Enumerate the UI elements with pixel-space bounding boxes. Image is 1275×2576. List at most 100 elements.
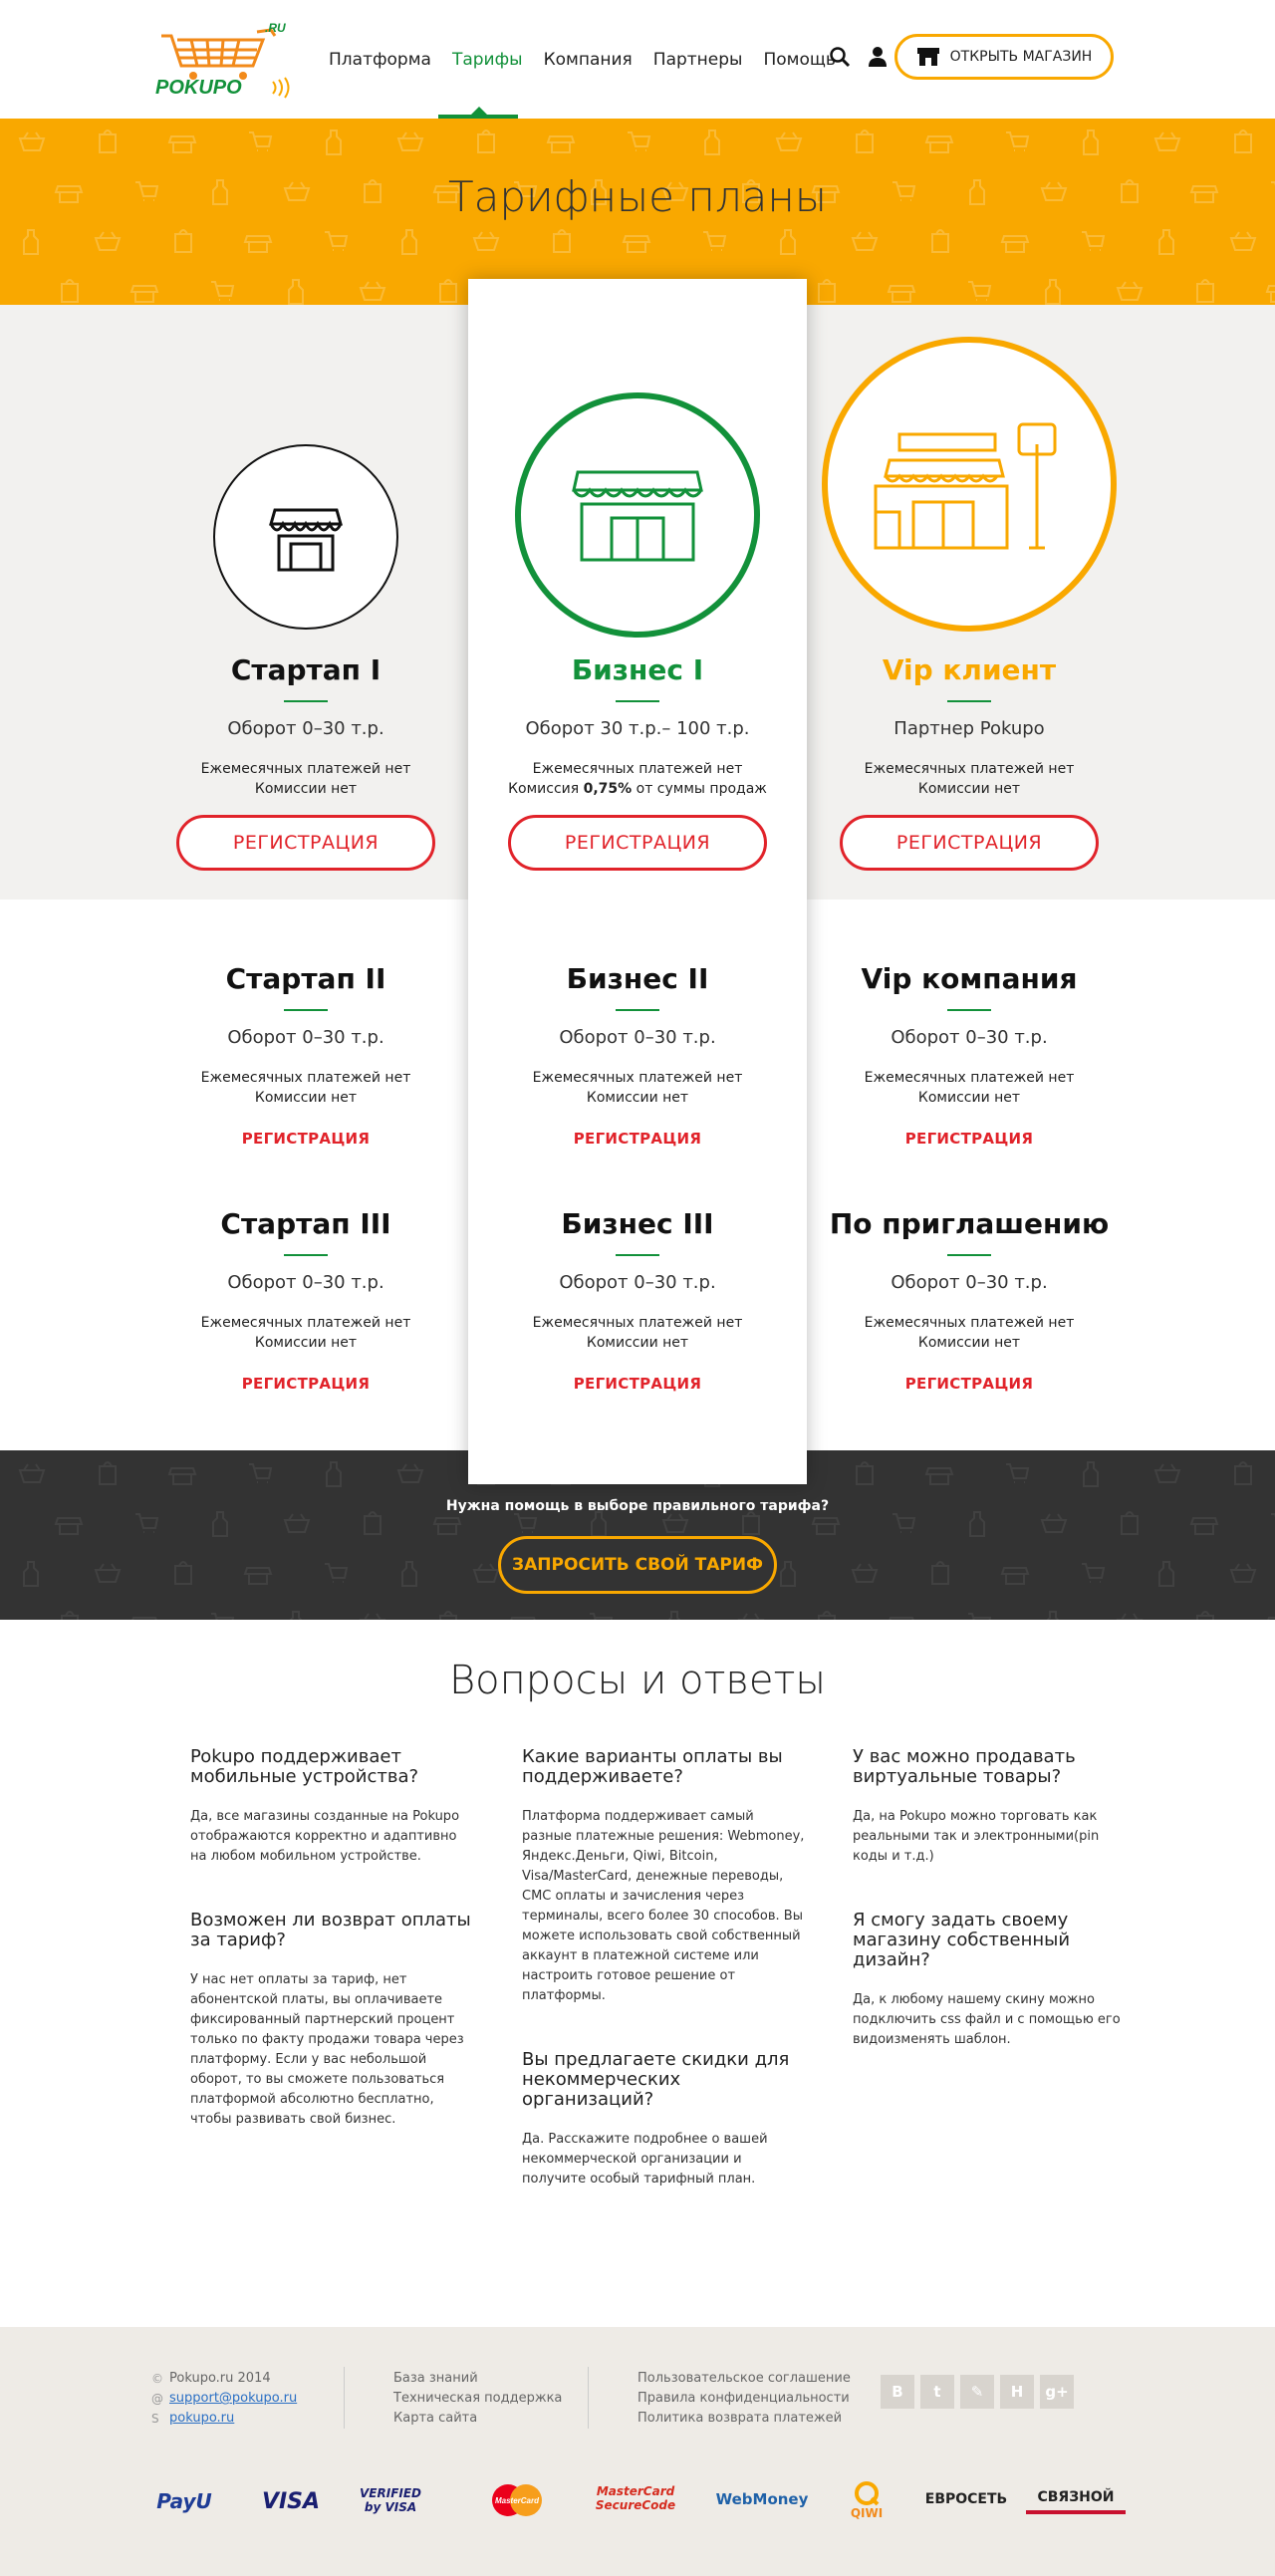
pattern-shopping-icon bbox=[94, 231, 122, 251]
plan-divider bbox=[284, 1009, 328, 1011]
footer-link-privacy[interactable]: Правила конфиденциальности bbox=[638, 2389, 851, 2409]
search-icon[interactable] bbox=[829, 46, 851, 68]
main-nav: Платформа Тарифы Компания Партнеры Помощ… bbox=[329, 50, 857, 70]
plan-divider bbox=[947, 700, 991, 702]
vk-icon[interactable]: В bbox=[881, 2375, 914, 2409]
pattern-shopping-icon bbox=[703, 231, 727, 251]
qiwi-text: QIWI bbox=[850, 2506, 884, 2520]
pattern-shopping-icon bbox=[1271, 1513, 1275, 1518]
nav-platform[interactable]: Платформа bbox=[329, 50, 431, 70]
plan-name: Vip компания bbox=[861, 962, 1078, 995]
pattern-shopping-icon bbox=[1121, 1511, 1139, 1535]
request-tariff-button[interactable]: ЗАПРОСИТЬ СВОЙ ТАРИФ bbox=[498, 1536, 777, 1594]
faq-answer: Да, все магазины созданные на Pokupo ото… bbox=[190, 1809, 460, 1864]
pattern-shopping-icon bbox=[61, 279, 79, 303]
pattern-shopping-icon bbox=[1196, 1611, 1214, 1620]
support-email-link[interactable]: support@pokupo.ru bbox=[169, 2389, 297, 2409]
plan-description: Ежемесячных платежей нет Комиссии нет bbox=[141, 1313, 470, 1353]
plan-turnover: Оборот 0–30 т.р. bbox=[227, 1027, 384, 1048]
open-shop-button[interactable]: ОТКРЫТЬ МАГАЗИН bbox=[894, 34, 1114, 80]
pattern-shopping-icon bbox=[851, 1563, 879, 1583]
nav-tariffs[interactable]: Тарифы bbox=[452, 50, 523, 70]
pattern-shopping-icon bbox=[54, 1517, 84, 1535]
livejournal-icon[interactable]: ✎ bbox=[960, 2375, 994, 2409]
plan-name: По приглашению bbox=[829, 1207, 1110, 1240]
plan-divider bbox=[284, 1254, 328, 1256]
copyright-text: Pokupo.ru 2014 bbox=[169, 2371, 271, 2386]
site-footer: © Pokupo.ru 2014 @ support@pokupo.ru Spoku… bbox=[0, 2327, 1275, 2576]
plan-description: Ежемесячных платежей нет Комиссии нет bbox=[805, 1068, 1134, 1108]
nav-help[interactable]: Помощь bbox=[763, 50, 835, 70]
pattern-shopping-icon bbox=[359, 281, 386, 301]
register-button[interactable]: РЕГИСТРАЦИЯ bbox=[840, 815, 1099, 871]
plan-name: Бизнес I bbox=[571, 653, 704, 686]
plan-commission: Комиссии нет bbox=[917, 781, 1021, 797]
plan-monthly-fee: Ежемесячных платежей нет bbox=[864, 1315, 1075, 1331]
active-nav-caret bbox=[471, 107, 487, 115]
page-title: Тарифные планы bbox=[447, 172, 828, 221]
pattern-shopping-icon bbox=[167, 1467, 197, 1485]
habrahabr-icon[interactable]: Н bbox=[1000, 2375, 1034, 2409]
faq-question: Какие варианты оплаты вы поддерживаете? bbox=[522, 1746, 783, 1787]
business-plan-emblem bbox=[515, 392, 760, 638]
faq-answer: Да, на Pokupo можно торговать как реальн… bbox=[853, 1809, 1100, 1864]
nav-company[interactable]: Компания bbox=[544, 50, 633, 70]
pattern-shopping-icon bbox=[924, 135, 954, 153]
footer-link-refund-policy[interactable]: Политика возврата платежей bbox=[638, 2409, 851, 2429]
pattern-shopping-icon bbox=[1000, 1567, 1030, 1585]
pattern-shopping-icon bbox=[661, 1513, 689, 1533]
pattern-shopping-icon bbox=[439, 1611, 457, 1620]
pattern-shopping-icon bbox=[887, 285, 916, 303]
pattern-shopping-icon bbox=[968, 281, 992, 301]
pattern-shopping-icon bbox=[1158, 1561, 1174, 1587]
plan-commission: Комиссии нет bbox=[917, 1090, 1021, 1106]
pattern-shopping-icon bbox=[931, 1561, 949, 1585]
pattern-shopping-icon bbox=[1083, 1461, 1099, 1487]
register-button[interactable]: РЕГИСТРАЦИЯ bbox=[508, 815, 767, 871]
pattern-shopping-icon bbox=[249, 131, 273, 151]
plan-business-2: Бизнес II Оборот 0–30 т.р. Ежемесячных п… bbox=[473, 962, 802, 1148]
pattern-shopping-icon bbox=[396, 131, 424, 151]
mastercard-logo-icon: MasterCard bbox=[490, 2480, 544, 2520]
plan-name: Vip клиент bbox=[882, 653, 1057, 686]
register-link[interactable]: РЕГИСТРАЦИЯ bbox=[473, 1130, 802, 1148]
pattern-shopping-icon bbox=[167, 135, 197, 153]
register-link[interactable]: РЕГИСТРАЦИЯ bbox=[141, 1130, 470, 1148]
user-icon[interactable] bbox=[867, 46, 889, 68]
pattern-shopping-icon bbox=[1189, 1517, 1219, 1535]
plan-by-invitation: По приглашению Оборот 0–30 т.р. Ежемесяч… bbox=[805, 1207, 1134, 1393]
pattern-shopping-icon bbox=[546, 135, 576, 153]
footer-link-support[interactable]: Техническая поддержка bbox=[393, 2389, 562, 2409]
pattern-shopping-icon bbox=[401, 1561, 417, 1587]
footer-link-knowledge-base[interactable]: База знаний bbox=[393, 2369, 562, 2389]
skype-link[interactable]: pokupo.ru bbox=[169, 2409, 234, 2429]
plan-name: Бизнес II bbox=[566, 962, 709, 995]
faq-column-2: Какие варианты оплаты вы поддерживаете? … bbox=[522, 1747, 806, 2233]
pattern-shopping-icon bbox=[1158, 229, 1174, 255]
footer-link-sitemap[interactable]: Карта сайта bbox=[393, 2409, 562, 2429]
payu-logo-icon: PayU bbox=[156, 2489, 212, 2513]
pattern-shopping-icon bbox=[472, 231, 500, 251]
pattern-shopping-icon bbox=[129, 285, 159, 303]
plan-business-3: Бизнес III Оборот 0–30 т.р. Ежемесячных … bbox=[473, 1207, 802, 1393]
plan-turnover: Оборот 0–30 т.р. bbox=[559, 1027, 716, 1048]
pattern-shopping-icon bbox=[1116, 281, 1144, 301]
cart-logo-icon: POKUPO .RU bbox=[155, 21, 290, 99]
register-link[interactable]: РЕГИСТРАЦИЯ bbox=[805, 1130, 1134, 1148]
twitter-icon[interactable]: t bbox=[920, 2375, 954, 2409]
commission-suffix: от суммы продаж bbox=[632, 781, 767, 797]
pattern-shopping-icon bbox=[326, 1461, 342, 1487]
plan-description: Ежемесячных платежей нет Комиссии нет bbox=[141, 1068, 470, 1108]
plan-startup-3: Стартап III Оборот 0–30 т.р. Ежемесячных… bbox=[141, 1207, 470, 1393]
nav-partners[interactable]: Партнеры bbox=[653, 50, 743, 70]
register-link[interactable]: РЕГИСТРАЦИЯ bbox=[805, 1375, 1134, 1393]
register-button[interactable]: РЕГИСТРАЦИЯ bbox=[176, 815, 435, 871]
register-link[interactable]: РЕГИСТРАЦИЯ bbox=[141, 1375, 470, 1393]
pattern-shopping-icon bbox=[289, 1611, 303, 1620]
register-link[interactable]: РЕГИСТРАЦИЯ bbox=[473, 1375, 802, 1393]
pokupo-logo[interactable]: POKUPO .RU bbox=[153, 21, 303, 100]
google-plus-icon[interactable]: g+ bbox=[1040, 2375, 1074, 2409]
pattern-shopping-icon bbox=[325, 1563, 349, 1583]
pattern-shopping-icon bbox=[18, 131, 46, 151]
footer-link-user-agreement[interactable]: Пользовательское соглашение bbox=[638, 2369, 851, 2389]
